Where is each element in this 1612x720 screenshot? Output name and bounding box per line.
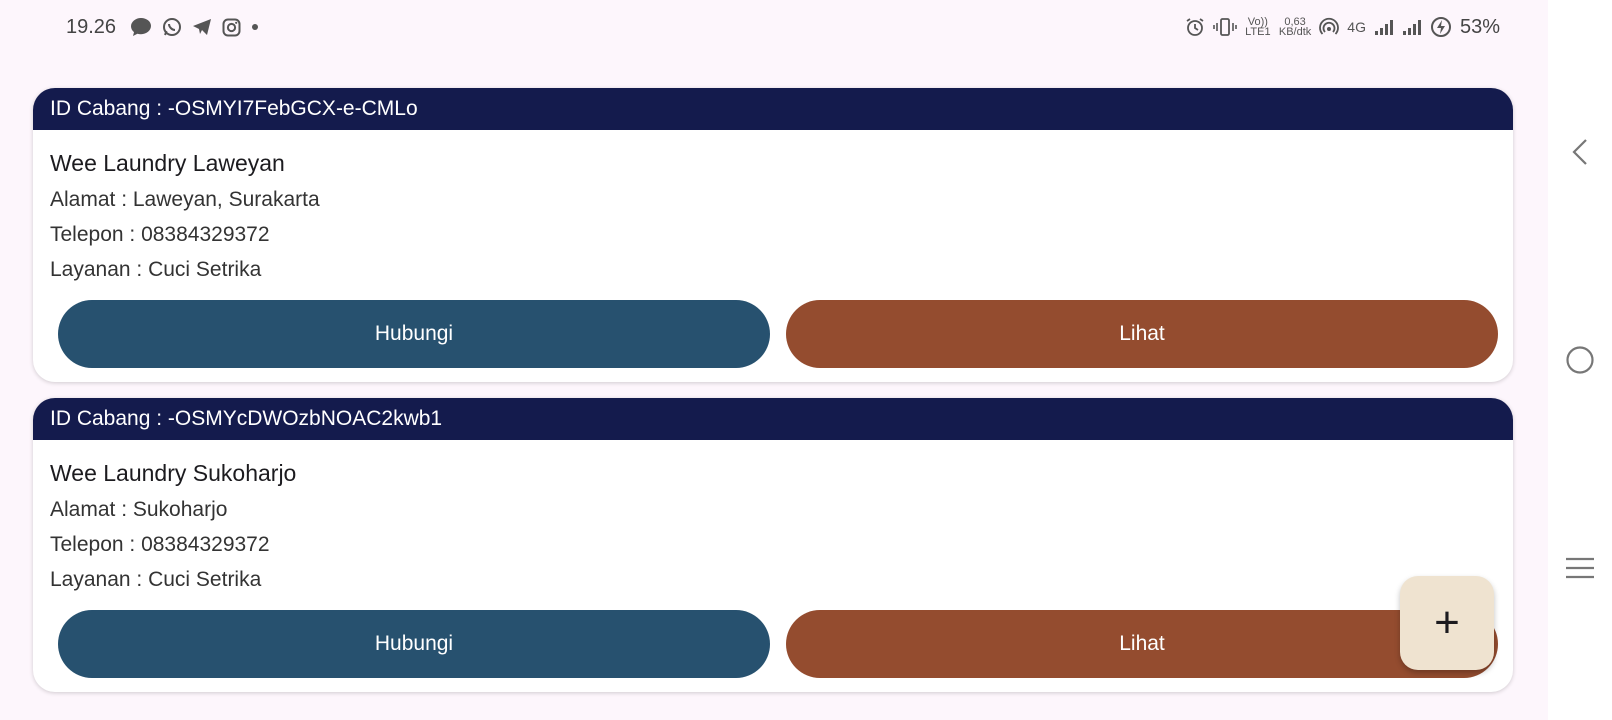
- branch-service: Layanan : Cuci Setrika: [50, 568, 262, 591]
- home-icon[interactable]: [1564, 344, 1596, 376]
- chat-bubble-icon: [130, 17, 152, 37]
- battery-charging-icon: [1430, 16, 1452, 38]
- branch-address: Alamat : Sukoharjo: [50, 498, 228, 521]
- back-icon[interactable]: [1564, 136, 1596, 168]
- vibrate-icon: [1213, 17, 1237, 37]
- branch-id-header: ID Cabang : -OSMYcDWOzbNOAC2kwb1: [33, 398, 1513, 440]
- contact-button[interactable]: Hubungi: [58, 300, 770, 368]
- branch-id-header: ID Cabang : -OSMYI7FebGCX-e-CMLo: [33, 88, 1513, 130]
- recents-icon[interactable]: [1564, 552, 1596, 584]
- branch-card: ID Cabang : -OSMYI7FebGCX-e-CMLo Wee Lau…: [33, 88, 1513, 382]
- network-speed: 0,63 KB/dtk: [1278, 17, 1312, 38]
- branch-name: Wee Laundry Sukoharjo: [50, 460, 297, 486]
- instagram-icon: [222, 18, 241, 37]
- branch-address: Alamat : Laweyan, Surakarta: [50, 188, 320, 211]
- add-branch-fab[interactable]: +: [1400, 576, 1494, 670]
- branch-phone: Telepon : 08384329372: [50, 533, 270, 556]
- alarm-icon: [1185, 17, 1205, 37]
- network-speed-unit: KB/dtk: [1278, 26, 1312, 38]
- status-bar-left: 19.26: [66, 14, 259, 40]
- view-button[interactable]: Lihat: [786, 300, 1498, 368]
- battery-percent: 53%: [1459, 15, 1500, 38]
- telegram-icon: [192, 18, 212, 36]
- signal-icon: [1374, 18, 1394, 36]
- plus-icon: +: [1434, 598, 1460, 647]
- status-bar: 19.26 Vo)) LTE1 0,63 KB/dtk 4G 53%: [0, 0, 1548, 54]
- status-bar-right: Vo)) LTE1 0,63 KB/dtk 4G 53%: [1185, 14, 1500, 40]
- network-type: 4G: [1347, 19, 1366, 35]
- view-button[interactable]: Lihat: [786, 610, 1498, 678]
- hotspot-icon: [1319, 17, 1340, 37]
- volte-indicator: Vo)) LTE1: [1245, 16, 1271, 38]
- branch-name: Wee Laundry Laweyan: [50, 150, 285, 176]
- branch-service: Layanan : Cuci Setrika: [50, 258, 262, 281]
- system-nav-bar: [1548, 0, 1612, 720]
- contact-button[interactable]: Hubungi: [58, 610, 770, 678]
- whatsapp-icon: [162, 17, 182, 37]
- dot-icon: [251, 23, 259, 31]
- branch-phone: Telepon : 08384329372: [50, 223, 270, 246]
- branch-card: ID Cabang : -OSMYcDWOzbNOAC2kwb1 Wee Lau…: [33, 398, 1513, 692]
- status-time: 19.26: [66, 15, 117, 38]
- signal-icon: [1402, 18, 1422, 36]
